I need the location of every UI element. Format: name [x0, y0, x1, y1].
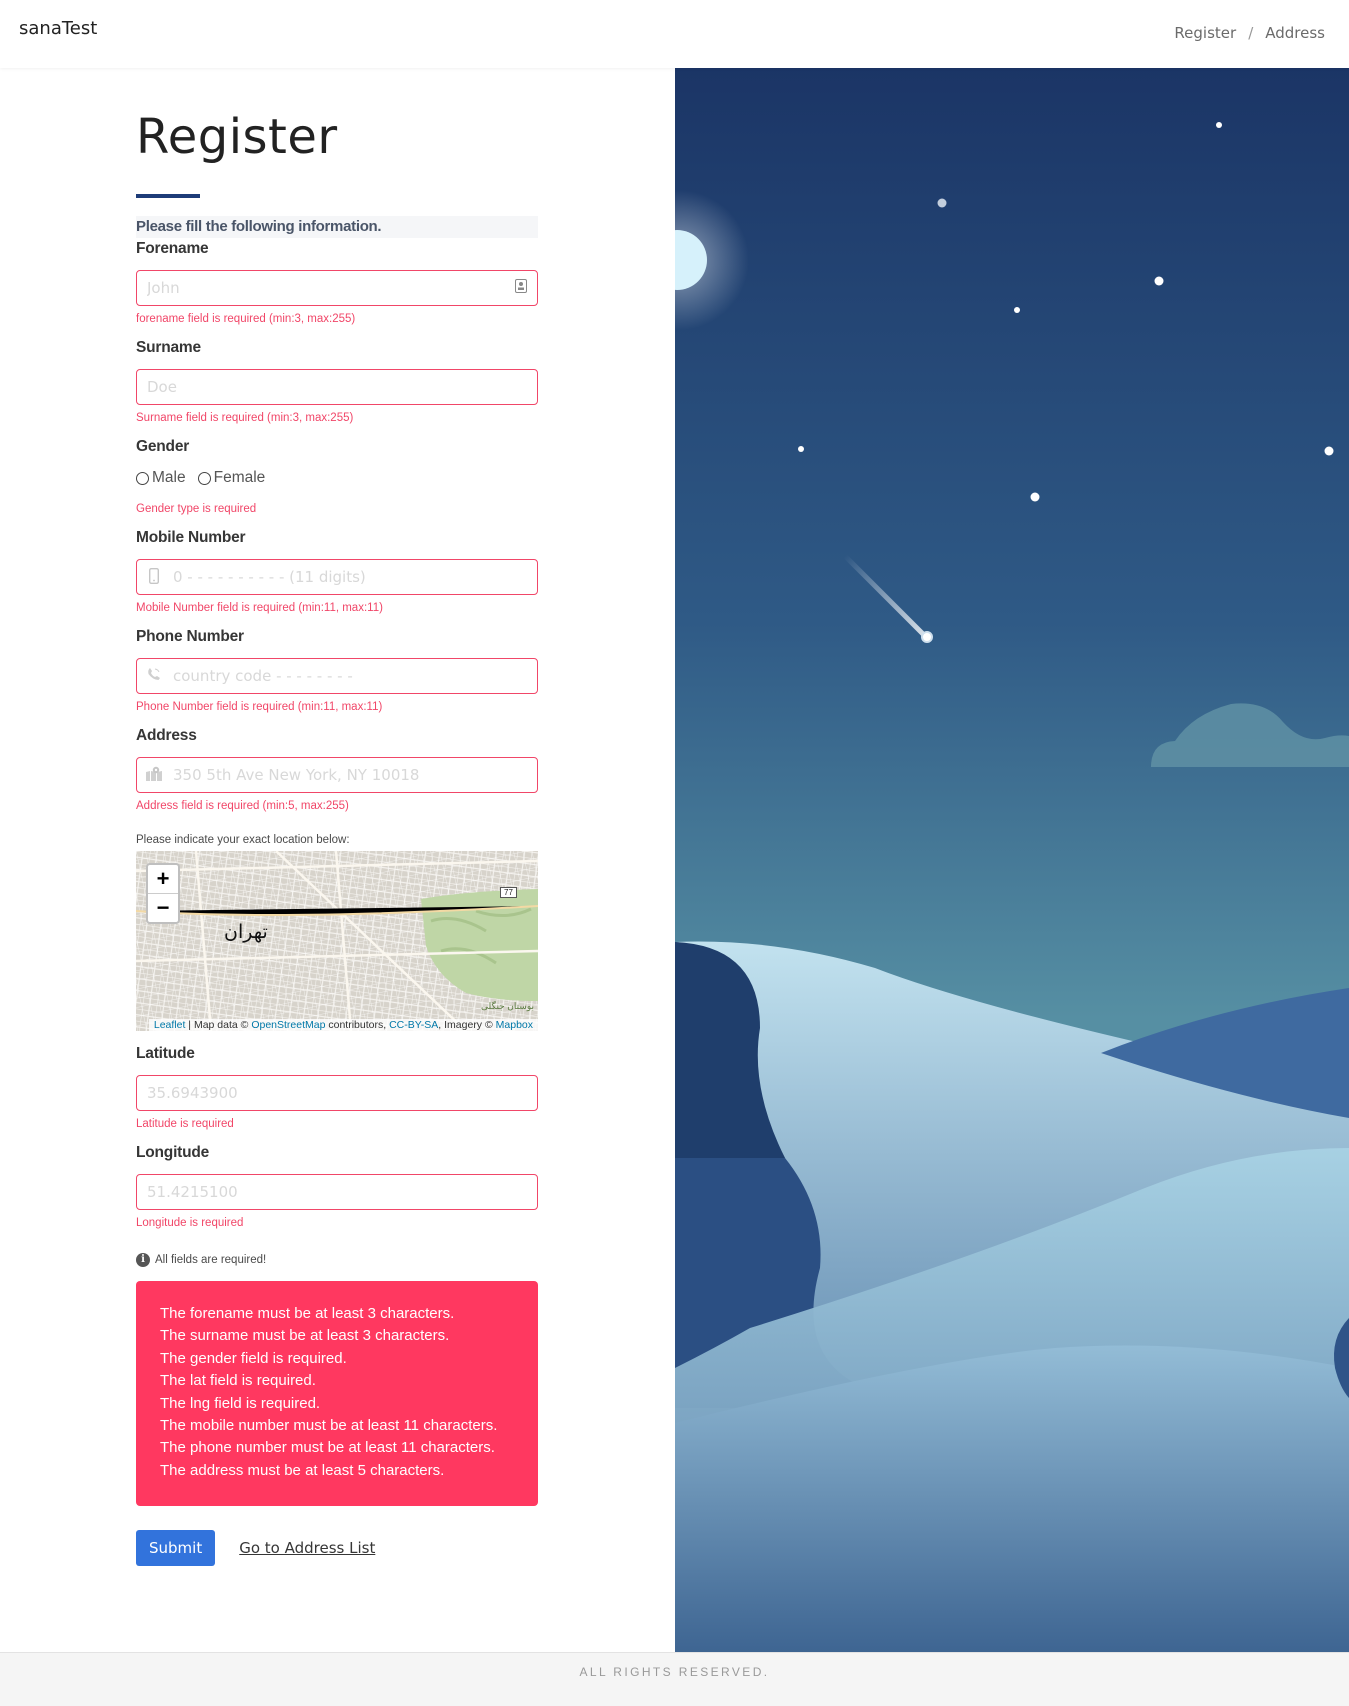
title-underline [136, 194, 200, 198]
illustration-svg [675, 68, 1349, 1652]
register-form: Register Please fill the following infor… [136, 108, 538, 1567]
zoom-out-button[interactable]: − [148, 893, 178, 922]
error-item: The address must be at least 5 character… [160, 1461, 445, 1479]
license-link[interactable]: CC-BY-SA [389, 1019, 438, 1031]
latitude-field [136, 1075, 538, 1111]
latitude-group: Latitude Latitude is required [136, 1045, 538, 1130]
form-subtitle: Please fill the following information. [136, 216, 538, 238]
zoom-in-button[interactable]: + [148, 865, 178, 893]
gender-radio-group: Male Female [136, 469, 538, 487]
breadcrumb-register-link[interactable]: Register [1174, 24, 1236, 42]
forename-label: Forename [136, 240, 209, 257]
longitude-input[interactable] [137, 1175, 537, 1209]
address-group: Address Address field is required (min:5… [136, 727, 538, 812]
map-zoom-control: + − [146, 863, 180, 924]
info-icon: i [136, 1253, 150, 1267]
mapbox-link[interactable]: Mapbox [496, 1019, 533, 1031]
address-label: Address [136, 727, 197, 744]
address-field [136, 757, 538, 793]
longitude-error: Longitude is required [136, 1217, 244, 1229]
surname-error: Surname field is required (min:3, max:25… [136, 412, 354, 424]
mobile-field [136, 559, 538, 595]
phone-label: Phone Number [136, 628, 244, 645]
attribution-imagery: , Imagery © [438, 1019, 496, 1031]
forename-field [136, 270, 538, 306]
submit-button[interactable]: Submit [136, 1530, 216, 1567]
breadcrumb-separator: / [1248, 24, 1254, 42]
map-city-label: تهران [224, 921, 268, 943]
required-note-text: All fields are required! [155, 1254, 267, 1266]
latitude-input[interactable] [137, 1076, 537, 1110]
form-actions: Submit Go to Address List [136, 1530, 538, 1567]
error-item: The forename must be at least 3 characte… [160, 1305, 455, 1322]
breadcrumb-address-link[interactable]: Address [1265, 24, 1325, 42]
gender-error: Gender type is required [136, 503, 257, 515]
mobile-input[interactable] [137, 560, 537, 594]
gender-label: Gender [136, 438, 190, 455]
address-input[interactable] [137, 758, 537, 792]
latitude-label: Latitude [136, 1045, 195, 1062]
phone-input[interactable] [137, 659, 537, 693]
footer-text: ALL RIGHTS RESERVED. [579, 1665, 770, 1679]
surname-label: Surname [136, 339, 201, 356]
error-item: The lat field is required. [160, 1372, 316, 1390]
surname-group: Surname Surname field is required (min:3… [136, 339, 538, 424]
attribution-contrib: contributors, [325, 1019, 390, 1031]
contact-card-icon [513, 279, 529, 297]
form-column: Register Please fill the following infor… [0, 68, 675, 1652]
forename-group: Forename forename field is required (min… [136, 240, 538, 325]
gender-female-label: Female [213, 469, 266, 486]
page-footer: ALL RIGHTS RESERVED. [0, 1652, 1349, 1706]
error-item: The lng field is required. [160, 1394, 321, 1412]
phone-field [136, 658, 538, 694]
map-note: Please indicate your exact location belo… [136, 834, 350, 846]
map-attribution: Leaflet | Map data © OpenStreetMap contr… [148, 1019, 538, 1031]
phone-error: Phone Number field is required (min:11, … [136, 701, 383, 713]
phone-group: Phone Number Phone Number field is requi… [136, 628, 538, 713]
gender-group: Gender Male Female Gender type is requir… [136, 438, 538, 515]
gender-male-label: Male [152, 469, 186, 486]
breadcrumb: Register / Address [1174, 24, 1325, 42]
address-list-link[interactable]: Go to Address List [239, 1539, 375, 1557]
longitude-label: Longitude [136, 1144, 210, 1161]
surname-input[interactable] [137, 370, 537, 404]
required-note: i All fields are required! [136, 1253, 538, 1267]
map-park-label: بوستان جنگلی [481, 1001, 534, 1011]
mobile-error: Mobile Number field is required (min:11,… [136, 602, 383, 614]
top-navbar: sanaTest Register / Address [0, 0, 1349, 68]
error-item: The surname must be at least 3 character… [160, 1327, 450, 1345]
mobile-group: Mobile Number Mobile Number field is req… [136, 529, 538, 614]
forename-error: forename field is required (min:3, max:2… [136, 313, 356, 325]
gender-female-radio[interactable]: Female [197, 469, 266, 487]
attribution-text: | Map data © [185, 1019, 252, 1031]
error-item: The gender field is required. [160, 1349, 347, 1367]
radio-circle-icon[interactable] [136, 471, 149, 485]
error-summary-box: The forename must be at least 3 characte… [136, 1281, 538, 1507]
osm-link[interactable]: OpenStreetMap [251, 1019, 325, 1031]
road-shield: 77 [500, 887, 517, 898]
error-item: The mobile number must be at least 11 ch… [160, 1417, 498, 1435]
surname-field [136, 369, 538, 405]
longitude-field [136, 1174, 538, 1210]
page-title: Register [136, 109, 338, 165]
radio-circle-icon[interactable] [197, 471, 211, 485]
forename-input[interactable] [137, 271, 537, 305]
error-item: The phone number must be at least 11 cha… [160, 1439, 495, 1457]
gender-male-radio[interactable]: Male [136, 469, 186, 487]
address-error: Address field is required (min:5, max:25… [136, 800, 349, 812]
leaflet-link[interactable]: Leaflet [154, 1019, 186, 1031]
brand-logo[interactable]: sanaTest [19, 18, 97, 39]
longitude-group: Longitude Longitude is required [136, 1144, 538, 1229]
night-desert-illustration [675, 68, 1349, 1652]
location-map[interactable]: + − تهران 77 بوستان جنگلی Leaflet | Map … [136, 851, 538, 1031]
map-tiles[interactable] [136, 851, 538, 1031]
latitude-error: Latitude is required [136, 1118, 234, 1130]
mobile-label: Mobile Number [136, 529, 246, 546]
